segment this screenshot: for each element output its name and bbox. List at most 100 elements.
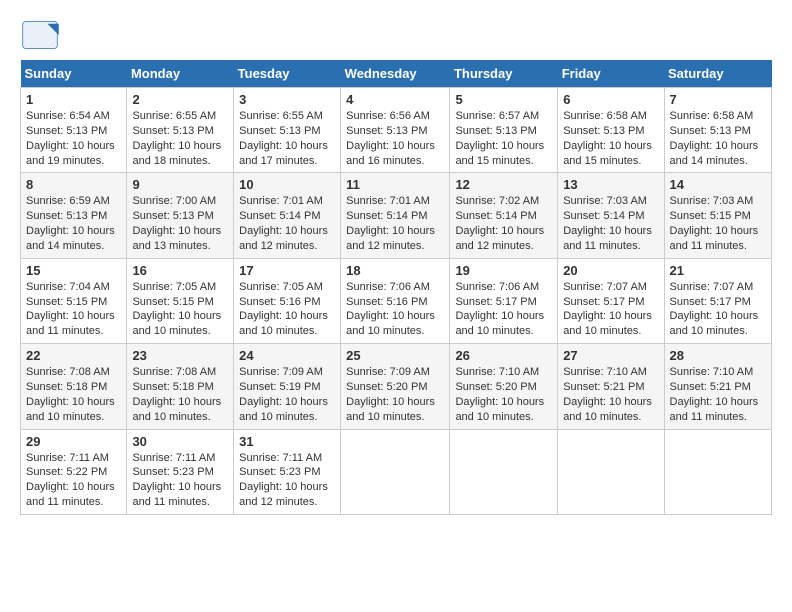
sunrise-label: Sunrise: 6:55 AM <box>239 110 323 122</box>
daylight-label: Daylight: 10 hours and 16 minutes. <box>346 140 435 167</box>
day-info: Sunrise: 7:10 AM Sunset: 5:21 PM Dayligh… <box>563 365 658 424</box>
week-row-3: 15 Sunrise: 7:04 AM Sunset: 5:15 PM Dayl… <box>21 258 772 343</box>
sunrise-label: Sunrise: 6:58 AM <box>563 110 647 122</box>
day-number: 25 <box>346 348 444 363</box>
day-info: Sunrise: 6:55 AM Sunset: 5:13 PM Dayligh… <box>132 109 228 168</box>
day-number: 11 <box>346 177 444 192</box>
sunset-label: Sunset: 5:22 PM <box>26 466 107 478</box>
day-header-tuesday: Tuesday <box>234 60 341 88</box>
sunset-label: Sunset: 5:17 PM <box>670 296 751 308</box>
sunset-label: Sunset: 5:16 PM <box>346 296 427 308</box>
week-row-2: 8 Sunrise: 6:59 AM Sunset: 5:13 PM Dayli… <box>21 173 772 258</box>
day-number: 14 <box>670 177 766 192</box>
sunset-label: Sunset: 5:18 PM <box>132 381 213 393</box>
sunrise-label: Sunrise: 7:01 AM <box>346 195 430 207</box>
day-cell-21: 21 Sunrise: 7:07 AM Sunset: 5:17 PM Dayl… <box>664 258 771 343</box>
sunset-label: Sunset: 5:13 PM <box>132 125 213 137</box>
day-cell-19: 19 Sunrise: 7:06 AM Sunset: 5:17 PM Dayl… <box>450 258 558 343</box>
sunset-label: Sunset: 5:17 PM <box>563 296 644 308</box>
day-info: Sunrise: 6:59 AM Sunset: 5:13 PM Dayligh… <box>26 194 121 253</box>
sunset-label: Sunset: 5:13 PM <box>239 125 320 137</box>
day-cell-14: 14 Sunrise: 7:03 AM Sunset: 5:15 PM Dayl… <box>664 173 771 258</box>
day-cell-25: 25 Sunrise: 7:09 AM Sunset: 5:20 PM Dayl… <box>341 344 450 429</box>
day-cell-9: 9 Sunrise: 7:00 AM Sunset: 5:13 PM Dayli… <box>127 173 234 258</box>
day-info: Sunrise: 7:11 AM Sunset: 5:22 PM Dayligh… <box>26 451 121 510</box>
day-number: 27 <box>563 348 658 363</box>
day-number: 31 <box>239 434 335 449</box>
daylight-label: Daylight: 10 hours and 15 minutes. <box>563 140 652 167</box>
daylight-label: Daylight: 10 hours and 11 minutes. <box>26 310 115 337</box>
day-header-monday: Monday <box>127 60 234 88</box>
sunrise-label: Sunrise: 7:09 AM <box>346 366 430 378</box>
sunset-label: Sunset: 5:20 PM <box>455 381 536 393</box>
day-info: Sunrise: 7:04 AM Sunset: 5:15 PM Dayligh… <box>26 280 121 339</box>
day-number: 6 <box>563 92 658 107</box>
sunrise-label: Sunrise: 7:01 AM <box>239 195 323 207</box>
day-cell-23: 23 Sunrise: 7:08 AM Sunset: 5:18 PM Dayl… <box>127 344 234 429</box>
day-number: 1 <box>26 92 121 107</box>
sunset-label: Sunset: 5:23 PM <box>132 466 213 478</box>
sunset-label: Sunset: 5:14 PM <box>563 210 644 222</box>
day-number: 18 <box>346 263 444 278</box>
week-row-5: 29 Sunrise: 7:11 AM Sunset: 5:22 PM Dayl… <box>21 429 772 514</box>
day-info: Sunrise: 7:02 AM Sunset: 5:14 PM Dayligh… <box>455 194 552 253</box>
day-header-wednesday: Wednesday <box>341 60 450 88</box>
day-cell-16: 16 Sunrise: 7:05 AM Sunset: 5:15 PM Dayl… <box>127 258 234 343</box>
day-cell-10: 10 Sunrise: 7:01 AM Sunset: 5:14 PM Dayl… <box>234 173 341 258</box>
day-info: Sunrise: 7:06 AM Sunset: 5:17 PM Dayligh… <box>455 280 552 339</box>
sunrise-label: Sunrise: 7:05 AM <box>132 281 216 293</box>
daylight-label: Daylight: 10 hours and 10 minutes. <box>346 310 435 337</box>
daylight-label: Daylight: 10 hours and 10 minutes. <box>455 310 544 337</box>
sunrise-label: Sunrise: 7:11 AM <box>132 452 215 464</box>
sunrise-label: Sunrise: 6:56 AM <box>346 110 430 122</box>
daylight-label: Daylight: 10 hours and 10 minutes. <box>239 310 328 337</box>
day-number: 5 <box>455 92 552 107</box>
day-number: 28 <box>670 348 766 363</box>
daylight-label: Daylight: 10 hours and 11 minutes. <box>132 481 221 508</box>
sunset-label: Sunset: 5:13 PM <box>670 125 751 137</box>
day-info: Sunrise: 6:54 AM Sunset: 5:13 PM Dayligh… <box>26 109 121 168</box>
daylight-label: Daylight: 10 hours and 10 minutes. <box>132 310 221 337</box>
sunrise-label: Sunrise: 6:59 AM <box>26 195 110 207</box>
day-cell-12: 12 Sunrise: 7:02 AM Sunset: 5:14 PM Dayl… <box>450 173 558 258</box>
day-cell-3: 3 Sunrise: 6:55 AM Sunset: 5:13 PM Dayli… <box>234 88 341 173</box>
sunrise-label: Sunrise: 7:10 AM <box>563 366 647 378</box>
sunrise-label: Sunrise: 7:08 AM <box>132 366 216 378</box>
day-info: Sunrise: 6:55 AM Sunset: 5:13 PM Dayligh… <box>239 109 335 168</box>
day-header-friday: Friday <box>558 60 664 88</box>
sunrise-label: Sunrise: 7:00 AM <box>132 195 216 207</box>
week-row-4: 22 Sunrise: 7:08 AM Sunset: 5:18 PM Dayl… <box>21 344 772 429</box>
empty-cell <box>664 429 771 514</box>
daylight-label: Daylight: 10 hours and 15 minutes. <box>455 140 544 167</box>
day-info: Sunrise: 6:57 AM Sunset: 5:13 PM Dayligh… <box>455 109 552 168</box>
empty-cell <box>450 429 558 514</box>
daylight-label: Daylight: 10 hours and 13 minutes. <box>132 225 221 252</box>
daylight-label: Daylight: 10 hours and 18 minutes. <box>132 140 221 167</box>
day-info: Sunrise: 7:07 AM Sunset: 5:17 PM Dayligh… <box>563 280 658 339</box>
sunrise-label: Sunrise: 6:58 AM <box>670 110 754 122</box>
day-number: 2 <box>132 92 228 107</box>
day-number: 9 <box>132 177 228 192</box>
sunrise-label: Sunrise: 7:06 AM <box>455 281 539 293</box>
day-number: 16 <box>132 263 228 278</box>
sunset-label: Sunset: 5:15 PM <box>670 210 751 222</box>
day-info: Sunrise: 7:05 AM Sunset: 5:16 PM Dayligh… <box>239 280 335 339</box>
sunrise-label: Sunrise: 6:57 AM <box>455 110 539 122</box>
day-number: 3 <box>239 92 335 107</box>
day-cell-2: 2 Sunrise: 6:55 AM Sunset: 5:13 PM Dayli… <box>127 88 234 173</box>
day-cell-8: 8 Sunrise: 6:59 AM Sunset: 5:13 PM Dayli… <box>21 173 127 258</box>
sunrise-label: Sunrise: 7:10 AM <box>455 366 539 378</box>
day-number: 15 <box>26 263 121 278</box>
daylight-label: Daylight: 10 hours and 10 minutes. <box>346 396 435 423</box>
daylight-label: Daylight: 10 hours and 10 minutes. <box>455 396 544 423</box>
daylight-label: Daylight: 10 hours and 10 minutes. <box>670 310 759 337</box>
day-number: 17 <box>239 263 335 278</box>
day-info: Sunrise: 7:11 AM Sunset: 5:23 PM Dayligh… <box>239 451 335 510</box>
day-info: Sunrise: 6:58 AM Sunset: 5:13 PM Dayligh… <box>563 109 658 168</box>
day-header-sunday: Sunday <box>21 60 127 88</box>
day-info: Sunrise: 7:00 AM Sunset: 5:13 PM Dayligh… <box>132 194 228 253</box>
day-number: 13 <box>563 177 658 192</box>
day-cell-29: 29 Sunrise: 7:11 AM Sunset: 5:22 PM Dayl… <box>21 429 127 514</box>
logo <box>20 20 64 50</box>
daylight-label: Daylight: 10 hours and 11 minutes. <box>670 225 759 252</box>
